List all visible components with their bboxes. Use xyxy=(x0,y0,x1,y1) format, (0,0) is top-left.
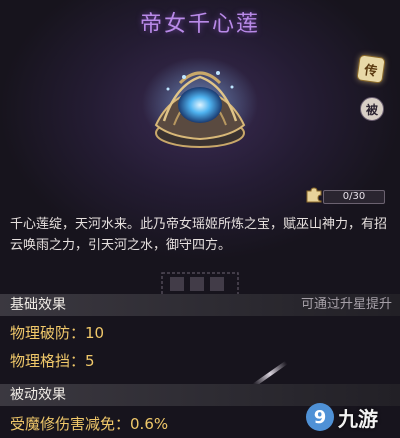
item-description: 千心莲绽，天河水来。此乃帝女瑶姬所炼之宝，赋巫山神力，有招云唤雨之力，引天河之水… xyxy=(10,217,388,253)
rarity-badge-label: 传 xyxy=(363,62,379,80)
stat-value: 10 xyxy=(85,324,105,342)
basic-effects-title: 基础效果 xyxy=(10,297,66,313)
site-watermark: 9 九游 xyxy=(306,400,396,434)
rarity-badge[interactable]: 传 xyxy=(356,54,386,84)
stat-label: 物理格挡： xyxy=(10,352,86,370)
watermark-text: 九游 xyxy=(338,406,378,431)
fragment-progress-text: 0/30 xyxy=(342,191,366,202)
lotus-artifact-icon xyxy=(142,57,258,149)
item-detail-panel: 帝女千心莲 传 被 0/30 千心莲绽，天河水来。此乃帝女瑶姬所炼之宝，赋巫山神… xyxy=(0,0,400,438)
passive-effects-title: 被动效果 xyxy=(10,387,66,403)
basic-effects-header: 基础效果 可通过升星提升 xyxy=(0,294,400,316)
item-title: 帝女千心莲 xyxy=(139,12,260,37)
watermark-logo-icon: 9 xyxy=(306,403,334,431)
stat-row-demon-damage-reduction: 受魔修伤害减免：0.6% xyxy=(10,414,168,434)
stat-value: 5 xyxy=(85,352,95,370)
passive-badge[interactable]: 被 xyxy=(360,97,384,121)
puzzle-piece-icon xyxy=(306,187,322,203)
stat-row-armor-break: 物理破防：10 xyxy=(10,323,104,343)
fragment-progress-bar: 0/30 xyxy=(323,190,385,204)
stat-value: 0.6% xyxy=(130,415,169,433)
stat-row-block: 物理格挡：5 xyxy=(10,351,95,371)
passive-badge-label: 被 xyxy=(365,102,378,117)
upgrade-hint: 可通过升星提升 xyxy=(300,297,392,312)
stat-label: 受魔修伤害减免： xyxy=(10,415,131,433)
stat-label: 物理破防： xyxy=(10,324,86,342)
